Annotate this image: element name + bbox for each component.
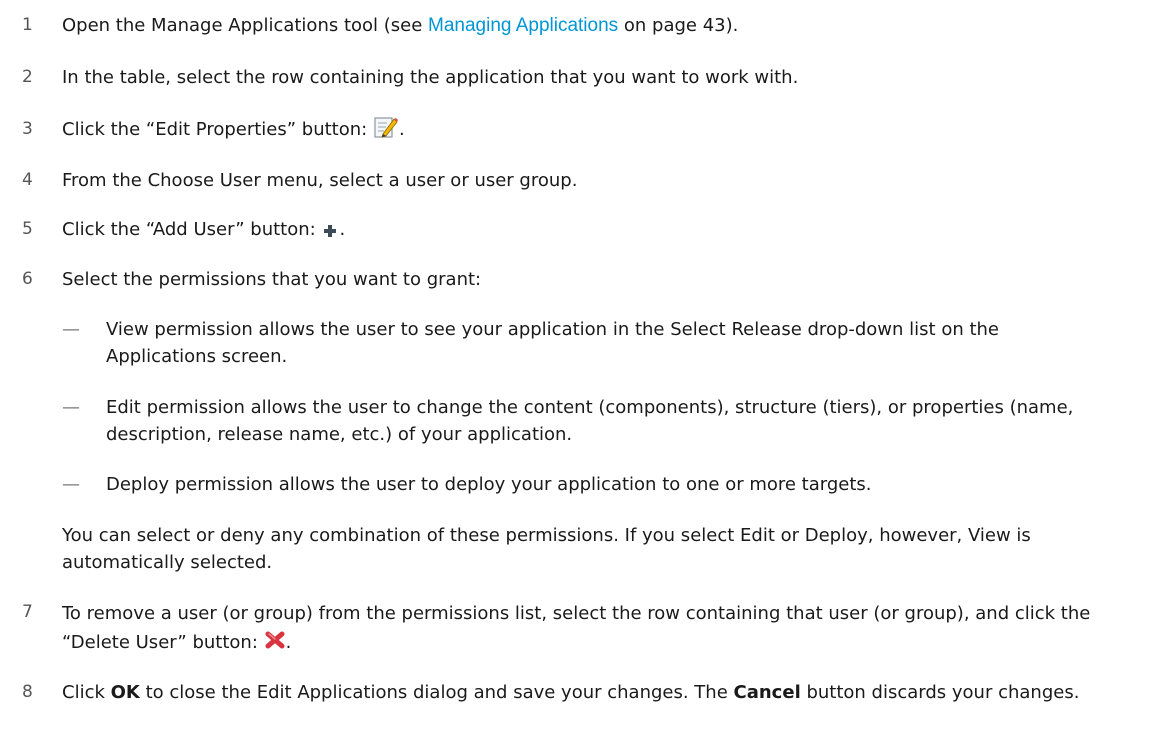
step-text-part: . bbox=[339, 219, 346, 240]
step-text-part: Click the “Add User” button: bbox=[62, 219, 322, 240]
step-number: 4 bbox=[22, 170, 33, 190]
dash-marker: — bbox=[62, 474, 80, 495]
step-text: Open the Manage Applications tool (see M… bbox=[62, 12, 1122, 39]
step-text: Click the “Edit Properties” button: . bbox=[62, 116, 1122, 143]
managing-applications-link[interactable]: Managing Applications bbox=[428, 15, 618, 36]
step-number: 5 bbox=[22, 219, 33, 239]
step-number: 3 bbox=[22, 119, 33, 139]
bullet-text: Deploy permission allows the user to dep… bbox=[106, 474, 872, 495]
step-text: From the Choose User menu, select a user… bbox=[62, 170, 578, 191]
step-text-part: button discards your changes. bbox=[800, 682, 1080, 703]
ok-label: OK bbox=[110, 682, 140, 703]
dash-marker: — bbox=[62, 397, 80, 418]
step-text: Click the “Add User” button: . bbox=[62, 216, 1122, 243]
permissions-note: You can select or deny any combination o… bbox=[62, 525, 1031, 573]
step-text-part: to close the Edit Applications dialog an… bbox=[139, 682, 734, 703]
step-text-part: To remove a user (or group) from the per… bbox=[62, 603, 1091, 653]
step-number: 7 bbox=[22, 602, 33, 622]
step-text-part: Click bbox=[62, 682, 111, 703]
step-text-part: Click the “Edit Properties” button: bbox=[62, 119, 373, 140]
step-number: 6 bbox=[22, 269, 33, 289]
dash-marker: — bbox=[62, 319, 80, 340]
cancel-label: Cancel bbox=[733, 682, 801, 703]
step-text: Select the permissions that you want to … bbox=[62, 269, 482, 290]
step-number: 8 bbox=[22, 682, 33, 702]
step-text: Click OK to close the Edit Applications … bbox=[62, 679, 1122, 706]
step-text-part: . bbox=[398, 119, 405, 140]
plus-icon bbox=[321, 220, 339, 237]
red-x-icon bbox=[264, 630, 286, 650]
bullet-text: Edit permission allows the user to chang… bbox=[106, 397, 1074, 445]
step-number: 1 bbox=[22, 15, 33, 35]
step-text: To remove a user (or group) from the per… bbox=[62, 599, 1122, 657]
step-text-part: . bbox=[285, 632, 292, 653]
edit-properties-icon bbox=[373, 115, 399, 139]
step-number: 2 bbox=[22, 67, 33, 87]
bullet-text: View permission allows the user to see y… bbox=[106, 319, 1000, 367]
step-text-part: on page 43). bbox=[618, 15, 739, 36]
step-text-part: Open the Manage Applications tool (see bbox=[62, 15, 429, 36]
step-text: In the table, select the row containing … bbox=[62, 67, 799, 88]
